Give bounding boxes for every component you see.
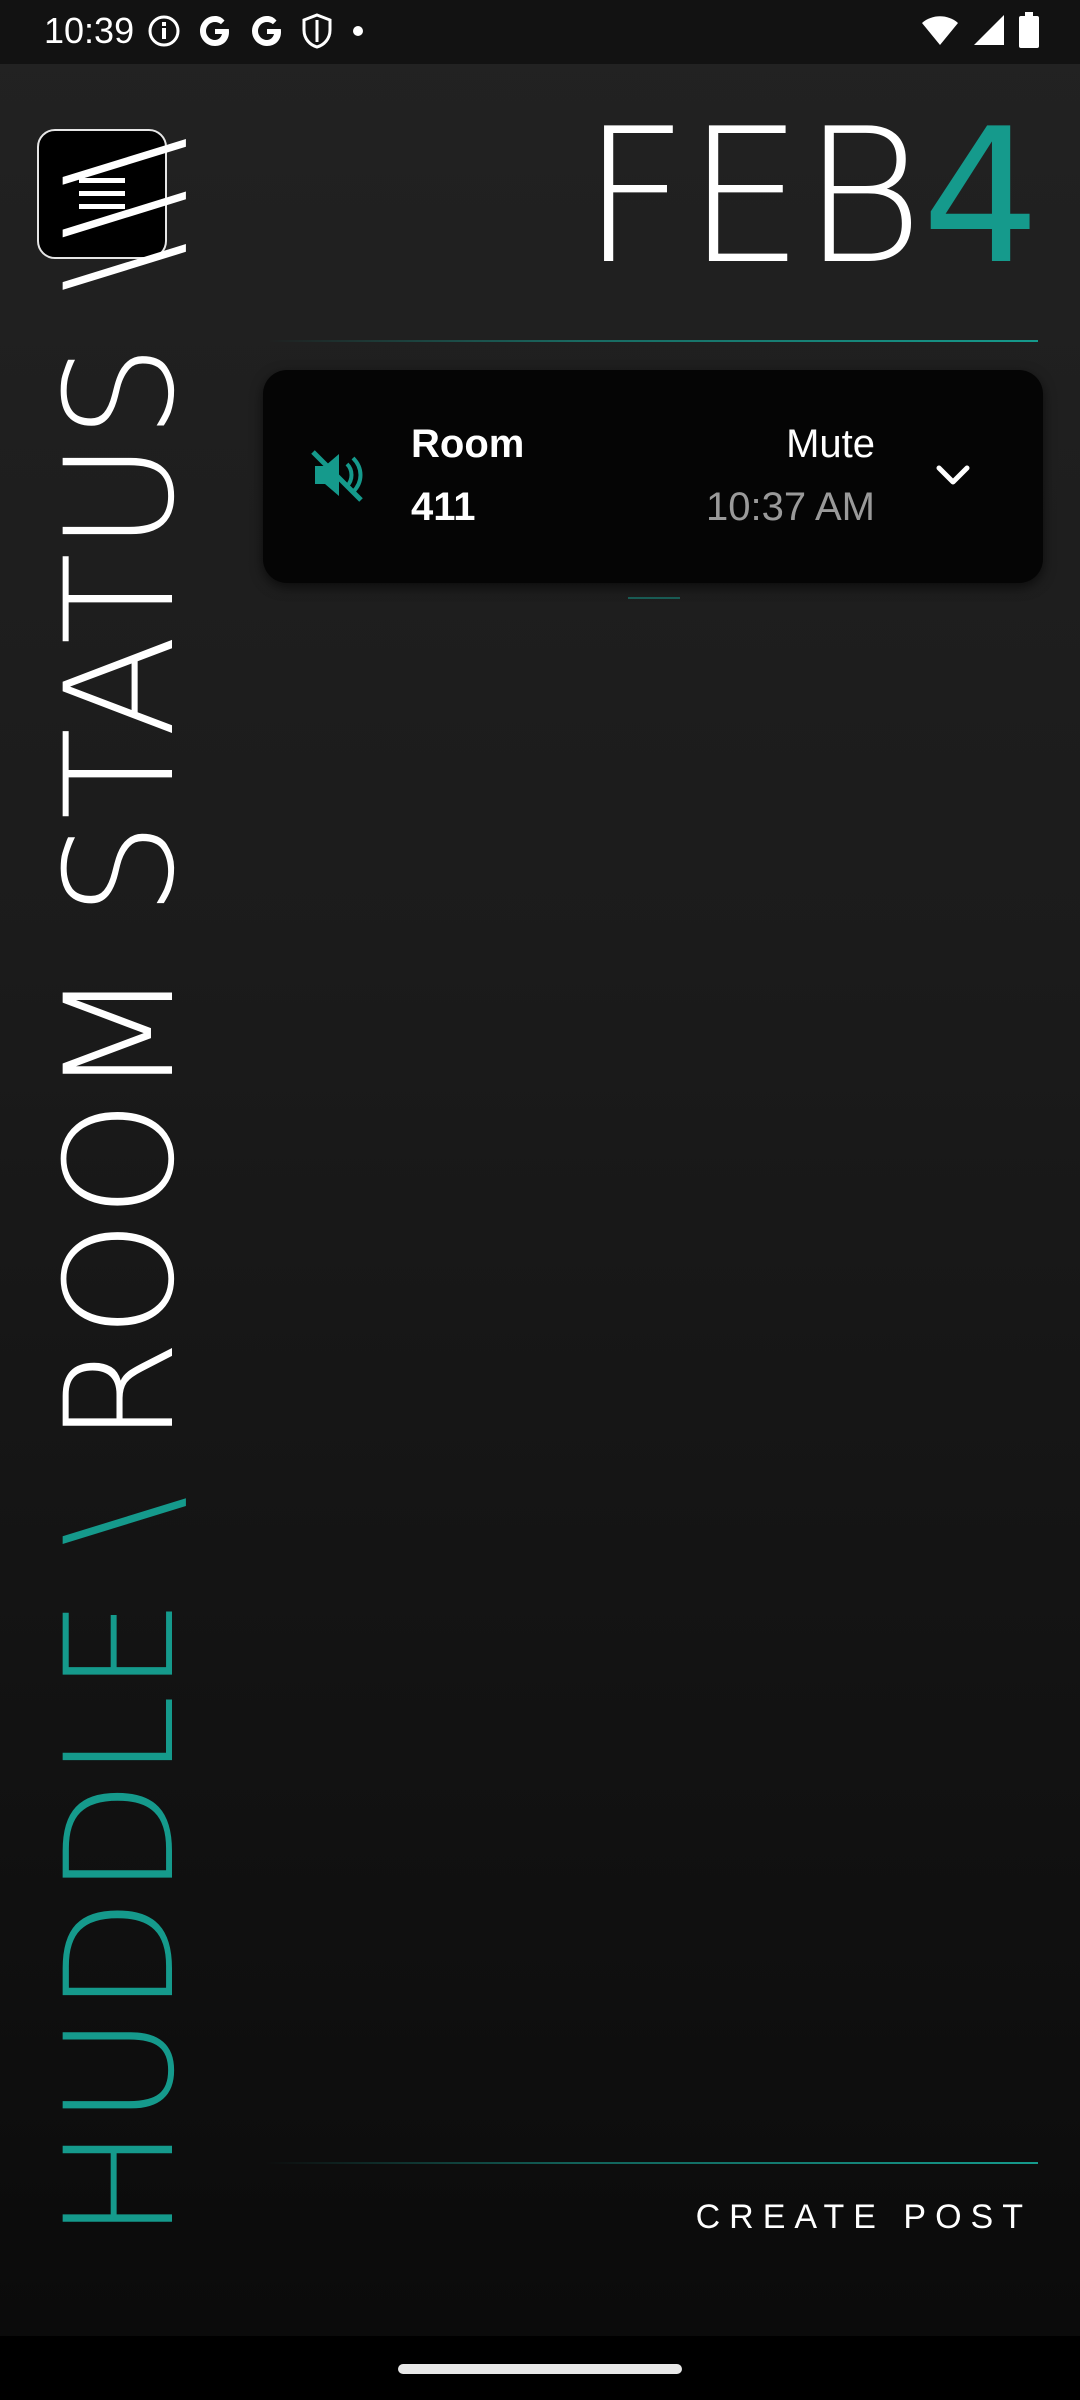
room-status-label: Mute <box>786 422 875 466</box>
battery-icon <box>1019 12 1039 48</box>
screen: 10:39 FEB 4 HUDDLE \ ROOM STATUS \\\ Roo… <box>0 0 1080 2400</box>
title-main: ROOM STATUS \\\ <box>34 134 208 1445</box>
status-time: 10:39 <box>44 10 135 51</box>
divider-bottom <box>265 2162 1038 2164</box>
status-icons-left <box>146 12 368 50</box>
page-title: HUDDLE \ ROOM STATUS \\\ <box>34 135 208 2240</box>
date-display: FEB 4 <box>581 100 1040 290</box>
divider-top <box>265 340 1038 342</box>
room-status-time: 10:37 AM <box>705 485 875 529</box>
info-icon <box>148 15 180 47</box>
date-day: 4 <box>921 88 1040 305</box>
card-underline <box>628 597 680 599</box>
chevron-down-icon[interactable] <box>933 460 973 490</box>
wifi-icon <box>922 16 958 45</box>
google-icon <box>252 16 281 46</box>
shield-icon <box>302 13 332 49</box>
status-bar: 10:39 <box>0 0 1080 64</box>
home-indicator[interactable] <box>398 2364 682 2374</box>
room-status-card[interactable]: Room 411 Mute 10:37 AM <box>263 370 1043 583</box>
room-label: Room <box>411 422 525 466</box>
status-icons-right <box>920 12 1040 48</box>
title-accent: HUDDLE \ <box>34 1444 208 2240</box>
create-post-button[interactable]: CREATE POST <box>696 2198 1032 2237</box>
signal-icon <box>974 15 1004 45</box>
dot-icon <box>353 26 363 36</box>
google-icon <box>200 16 229 46</box>
date-month: FEB <box>581 88 923 305</box>
room-number: 411 <box>411 485 476 529</box>
volume-off-icon <box>311 450 363 502</box>
